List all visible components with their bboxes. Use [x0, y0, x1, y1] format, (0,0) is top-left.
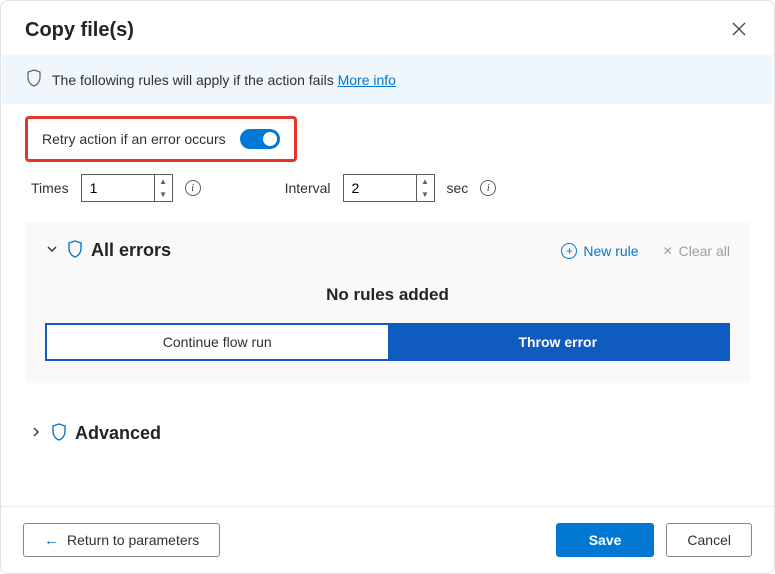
info-banner-text: The following rules will apply if the ac…	[52, 72, 396, 88]
close-icon	[732, 20, 746, 40]
shield-icon	[51, 423, 67, 444]
return-label: Return to parameters	[67, 532, 199, 548]
times-spinner: ▲ ▼	[154, 175, 172, 201]
dialog: Copy file(s) The following rules will ap…	[0, 0, 775, 574]
times-input[interactable]: ▲ ▼	[81, 174, 173, 202]
error-behavior-segment: Continue flow run Throw error	[45, 323, 730, 361]
shield-icon	[67, 240, 83, 261]
clear-all-label: Clear all	[679, 243, 730, 259]
chevron-right-icon	[29, 425, 43, 442]
continue-flow-button[interactable]: Continue flow run	[47, 325, 388, 359]
info-icon[interactable]: i	[185, 180, 201, 196]
times-field[interactable]	[82, 180, 154, 196]
errors-header-left: All errors	[45, 240, 171, 261]
errors-title: All errors	[91, 240, 171, 261]
times-up[interactable]: ▲	[155, 175, 172, 188]
save-button[interactable]: Save	[556, 523, 655, 557]
retry-label: Retry action if an error occurs	[42, 131, 226, 147]
return-button[interactable]: ← Return to parameters	[23, 523, 220, 557]
interval-label: Interval	[285, 180, 331, 196]
toggle-knob	[263, 132, 277, 146]
info-banner: The following rules will apply if the ac…	[2, 55, 773, 104]
throw-error-button[interactable]: Throw error	[388, 325, 729, 359]
dialog-body: Retry action if an error occurs Times ▲ …	[1, 104, 774, 506]
interval-input[interactable]: ▲ ▼	[343, 174, 435, 202]
no-rules-message: No rules added	[45, 285, 730, 305]
errors-header-right: + New rule ✕ Clear all	[561, 243, 730, 259]
retry-row: Retry action if an error occurs	[25, 116, 297, 162]
interval-down[interactable]: ▼	[417, 188, 434, 201]
errors-section: All errors + New rule ✕ Clear all No rul…	[25, 222, 750, 383]
clear-all-button: ✕ Clear all	[663, 243, 730, 259]
chevron-down-icon[interactable]	[45, 242, 59, 259]
errors-header: All errors + New rule ✕ Clear all	[45, 240, 730, 261]
times-down[interactable]: ▼	[155, 188, 172, 201]
more-info-link[interactable]: More info	[338, 72, 396, 88]
new-rule-label: New rule	[583, 243, 638, 259]
interval-field[interactable]	[344, 180, 416, 196]
interval-up[interactable]: ▲	[417, 175, 434, 188]
retry-toggle[interactable]	[240, 129, 280, 149]
footer-right: Save Cancel	[556, 523, 752, 557]
plus-icon: +	[561, 243, 577, 259]
info-banner-message: The following rules will apply if the ac…	[52, 72, 334, 88]
clear-icon: ✕	[663, 244, 673, 258]
advanced-section[interactable]: Advanced	[25, 419, 750, 444]
retry-params-row: Times ▲ ▼ i Interval ▲ ▼ sec i	[25, 174, 750, 202]
arrow-left-icon: ←	[44, 532, 59, 549]
cancel-button[interactable]: Cancel	[666, 523, 752, 557]
shield-icon	[26, 69, 42, 90]
close-button[interactable]	[728, 17, 750, 43]
dialog-title: Copy file(s)	[25, 19, 134, 42]
interval-unit: sec	[447, 180, 469, 196]
new-rule-button[interactable]: + New rule	[561, 243, 638, 259]
info-icon[interactable]: i	[480, 180, 496, 196]
dialog-footer: ← Return to parameters Save Cancel	[1, 506, 774, 573]
interval-spinner: ▲ ▼	[416, 175, 434, 201]
dialog-header: Copy file(s)	[1, 1, 774, 55]
advanced-title: Advanced	[75, 423, 161, 444]
times-label: Times	[31, 180, 69, 196]
